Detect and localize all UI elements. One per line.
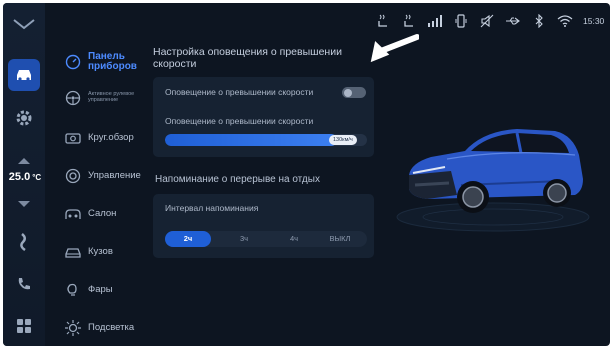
- menu-item-label: Управление: [88, 170, 141, 182]
- temperature-readout: 25.0 °C: [5, 171, 45, 183]
- menu-item-label: Кузов: [88, 246, 113, 258]
- page-title: Настройка оповещения о превышении скорос…: [153, 46, 342, 70]
- interval-option-3h[interactable]: 3ч: [221, 231, 267, 247]
- menu-item-headlights[interactable]: Фары: [53, 275, 153, 305]
- temperature-value: 25.0: [8, 171, 31, 183]
- menu-item-body[interactable]: Кузов: [53, 237, 153, 267]
- gear-icon[interactable]: [11, 105, 37, 131]
- interval-selector: 2ч 3ч 4ч ВЫКЛ: [165, 231, 367, 247]
- control-icon: [64, 167, 82, 185]
- vehicle-render: [396, 129, 590, 232]
- speed-alert-toggle-label: Оповещение о превышении скорости: [165, 87, 314, 97]
- usb-icon: [503, 13, 523, 29]
- menu-item-label: Круг.обзор: [88, 132, 134, 144]
- interval-label: Интервал напоминания: [165, 203, 259, 213]
- speed-alert-value-label: Оповещение о превышении скорости: [165, 116, 314, 126]
- seat-heat-driver-icon[interactable]: [373, 13, 393, 29]
- menu-item-label: Салон: [88, 208, 117, 220]
- status-bar: 15:30: [373, 11, 604, 31]
- signal-icon: [425, 13, 445, 29]
- bluetooth-icon[interactable]: [529, 13, 549, 29]
- rest-reminder-title: Напоминание о перерыве на отдых: [155, 174, 320, 185]
- cabin-icon: [64, 205, 82, 223]
- mute-icon[interactable]: [477, 13, 497, 29]
- app-window: 25.0 °C Панель приборов Активное рулевое …: [3, 3, 610, 346]
- pointer-arrow-icon: [370, 34, 419, 63]
- ambient-light-icon: [64, 319, 82, 337]
- car-body-icon: [64, 243, 82, 261]
- headlight-icon: [64, 281, 82, 299]
- menu-item-dashboard[interactable]: Панель приборов: [53, 47, 153, 77]
- apps-grid-icon[interactable]: [11, 313, 37, 339]
- speed-value-badge: 130км/ч: [329, 135, 357, 145]
- menu-item-steering[interactable]: Активное рулевое управление: [53, 83, 153, 113]
- clock: 15:30: [583, 16, 605, 26]
- seat-heat-passenger-icon[interactable]: [399, 13, 419, 29]
- menu-item-ambient-light[interactable]: Подсветка: [53, 313, 153, 343]
- menu-item-control[interactable]: Управление: [53, 161, 153, 191]
- wifi-icon[interactable]: [555, 13, 575, 29]
- gauge-icon: [64, 53, 82, 71]
- temperature-down-icon[interactable]: [11, 191, 37, 217]
- phone-icon[interactable]: [11, 271, 37, 297]
- interval-option-2h[interactable]: 2ч: [165, 231, 211, 247]
- menu-item-label: Фары: [88, 284, 113, 296]
- toggle-knob: [344, 88, 352, 97]
- speed-slider-fill: [165, 134, 337, 146]
- vehicle-settings-icon[interactable]: [8, 59, 40, 91]
- interval-option-off[interactable]: ВЫКЛ: [317, 231, 363, 247]
- speed-alert-toggle[interactable]: [342, 87, 366, 98]
- menu-item-label: Активное рулевое управление: [88, 91, 135, 103]
- brand-logo-icon: [11, 11, 37, 37]
- interval-option-4h[interactable]: 4ч: [271, 231, 317, 247]
- menu-item-surround-view[interactable]: Круг.обзор: [53, 123, 153, 153]
- menu-item-cabin[interactable]: Салон: [53, 199, 153, 229]
- steering-wheel-icon: [64, 89, 82, 107]
- menu-item-label: Подсветка: [88, 322, 135, 334]
- phone-link-icon: [451, 13, 471, 29]
- menu-item-label: Панель приборов: [88, 50, 137, 72]
- climate-icon[interactable]: [11, 229, 37, 255]
- left-rail: 25.0 °C: [3, 3, 45, 346]
- temperature-unit: °C: [32, 173, 42, 182]
- camera-icon: [64, 129, 82, 147]
